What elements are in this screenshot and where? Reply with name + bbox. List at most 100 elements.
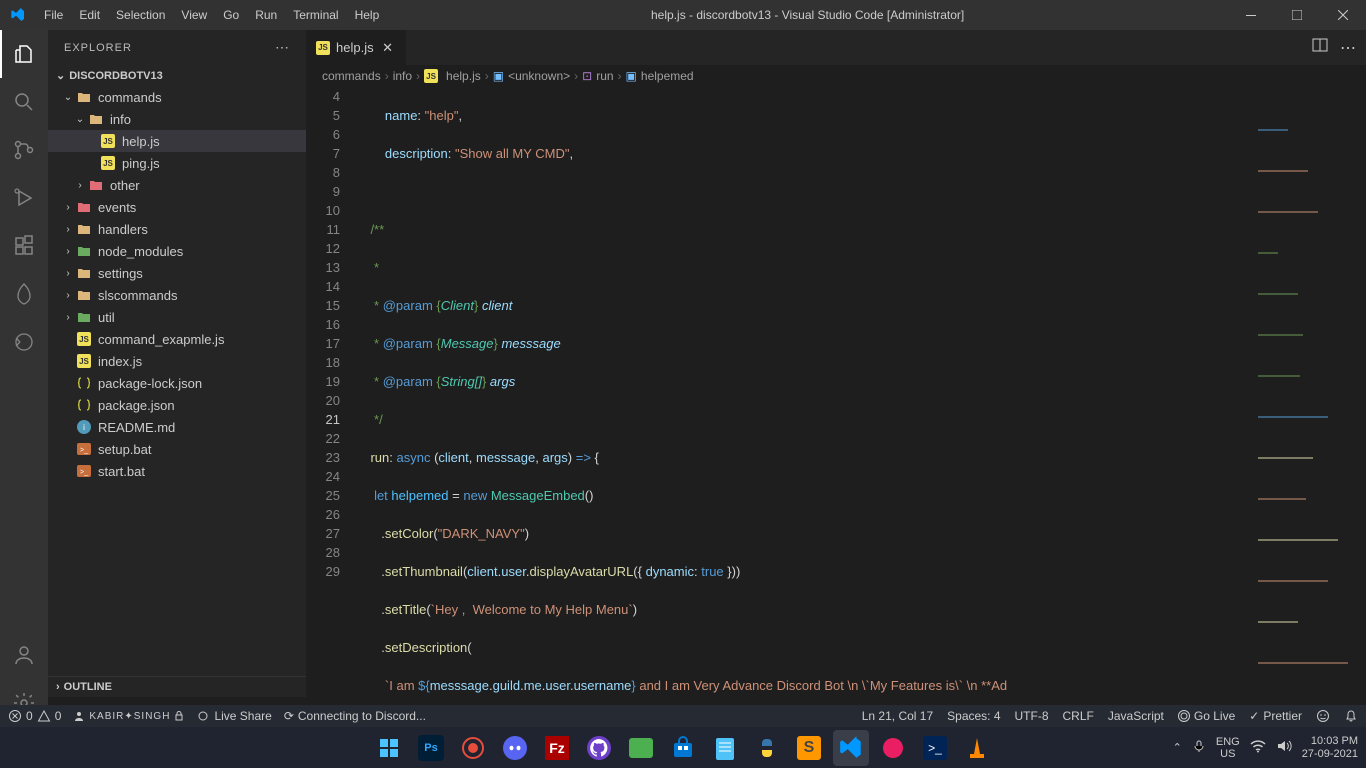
status-golive[interactable]: Go Live [1178, 709, 1235, 723]
activity-liveshare[interactable] [0, 318, 48, 366]
tb-clock[interactable]: 10:03 PM 27-09-2021 [1302, 735, 1358, 761]
close-button[interactable] [1320, 0, 1366, 30]
code-editor[interactable]: 4567891011121314151617181920212223242526… [306, 87, 1366, 697]
status-bell-icon[interactable] [1344, 709, 1358, 723]
tb-start-icon[interactable] [371, 730, 407, 766]
tb-notepad-icon[interactable] [707, 730, 743, 766]
status-discord[interactable]: ⟳ Connecting to Discord... [284, 709, 426, 723]
activity-extensions[interactable] [0, 222, 48, 270]
menu-edit[interactable]: Edit [71, 0, 108, 30]
breadcrumb-info[interactable]: info [393, 69, 412, 83]
activity-search[interactable] [0, 78, 48, 126]
tree-item-setup-bat[interactable]: >_setup.bat [48, 438, 306, 460]
maximize-button[interactable] [1274, 0, 1320, 30]
project-section[interactable]: ⌄ DISCORDBOTV13 [48, 65, 306, 86]
menu-terminal[interactable]: Terminal [285, 0, 346, 30]
tb-store-icon[interactable] [665, 730, 701, 766]
tree-item-ping-js[interactable]: JSping.js [48, 152, 306, 174]
status-liveshare[interactable]: Live Share [196, 709, 271, 723]
project-name: DISCORDBOTV13 [69, 70, 163, 82]
tree-item-util[interactable]: ›util [48, 306, 306, 328]
minimize-button[interactable] [1228, 0, 1274, 30]
tree-item-events[interactable]: ›events [48, 196, 306, 218]
tb-github-icon[interactable] [581, 730, 617, 766]
tb-python-icon[interactable] [749, 730, 785, 766]
tree-item-index-js[interactable]: JSindex.js [48, 350, 306, 372]
tree-item-info[interactable]: ⌄info [48, 108, 306, 130]
status-spaces[interactable]: Spaces: 4 [947, 709, 1000, 723]
tb-powershell-icon[interactable]: >_ [917, 730, 953, 766]
activity-debug[interactable] [0, 174, 48, 222]
tree-item-start-bat[interactable]: >_start.bat [48, 460, 306, 482]
status-cursor-position[interactable]: Ln 21, Col 17 [862, 709, 933, 723]
explorer-more-icon[interactable]: ⋯ [275, 39, 290, 56]
status-language[interactable]: JavaScript [1108, 709, 1164, 723]
outline-section[interactable]: › OUTLINE [48, 676, 306, 697]
tb-filezilla-icon[interactable]: Fz [539, 730, 575, 766]
tb-mic-icon[interactable] [1192, 739, 1206, 756]
tb-photoshop-icon[interactable]: Ps [413, 730, 449, 766]
tb-discord-icon[interactable] [497, 730, 533, 766]
tb-expand-icon[interactable]: ⌃ [1173, 741, 1182, 754]
tb-record-icon[interactable] [455, 730, 491, 766]
svg-text:>_: >_ [80, 469, 88, 476]
menu-view[interactable]: View [173, 0, 215, 30]
chevron-down-icon: ⌄ [56, 69, 65, 82]
menu-run[interactable]: Run [247, 0, 285, 30]
vscode-logo-icon [10, 7, 26, 23]
activity-bar [0, 30, 48, 727]
tree-item-commands[interactable]: ⌄commands [48, 86, 306, 108]
tree-item-settings[interactable]: ›settings [48, 262, 306, 284]
tree-item-other[interactable]: ›other [48, 174, 306, 196]
tree-item-package-json[interactable]: package.json [48, 394, 306, 416]
breadcrumb-run[interactable]: ⊡ run [582, 69, 613, 83]
explorer-sidebar: EXPLORER ⋯ ⌄ DISCORDBOTV13 ⌄commands⌄inf… [48, 30, 306, 697]
split-editor-icon[interactable] [1312, 37, 1328, 58]
tree-item-node_modules[interactable]: ›node_modules [48, 240, 306, 262]
tree-item-package-lock-json[interactable]: package-lock.json [48, 372, 306, 394]
menu-selection[interactable]: Selection [108, 0, 173, 30]
tb-sublime-icon[interactable]: S [791, 730, 827, 766]
tree-item-handlers[interactable]: ›handlers [48, 218, 306, 240]
tb-vlc-icon[interactable] [959, 730, 995, 766]
menu-help[interactable]: Help [347, 0, 388, 30]
activity-mongodb[interactable] [0, 270, 48, 318]
status-user[interactable]: KABIR✦SINGH [73, 710, 184, 722]
titlebar: File Edit Selection View Go Run Terminal… [0, 0, 1366, 30]
breadcrumb-file[interactable]: JShelp.js [424, 69, 481, 83]
more-actions-icon[interactable]: ⋯ [1340, 38, 1356, 58]
tb-app1-icon[interactable] [623, 730, 659, 766]
status-prettier[interactable]: ✓ Prettier [1249, 709, 1302, 723]
status-problems[interactable]: 0 0 [8, 709, 61, 723]
tb-app2-icon[interactable] [875, 730, 911, 766]
horizontal-scrollbar[interactable] [406, 687, 1366, 697]
activity-source-control[interactable] [0, 126, 48, 174]
tab-help-js[interactable]: JS help.js ✕ [306, 30, 407, 65]
tab-label: help.js [336, 40, 374, 55]
status-eol[interactable]: CRLF [1063, 709, 1094, 723]
menu-go[interactable]: Go [215, 0, 247, 30]
menu-file[interactable]: File [36, 0, 71, 30]
tb-vscode-icon[interactable] [833, 730, 869, 766]
status-feedback-icon[interactable] [1316, 709, 1330, 723]
tree-item-README-md[interactable]: iREADME.md [48, 416, 306, 438]
tb-volume-icon[interactable] [1276, 739, 1292, 756]
tree-item-slscommands[interactable]: ›slscommands [48, 284, 306, 306]
status-encoding[interactable]: UTF-8 [1015, 709, 1049, 723]
outline-label: OUTLINE [64, 681, 112, 693]
breadcrumb-unknown[interactable]: ▣ <unknown> [493, 69, 570, 83]
tb-wifi-icon[interactable] [1250, 739, 1266, 756]
breadcrumbs: commands › info › JShelp.js › ▣ <unknown… [306, 65, 1366, 87]
tab-close-icon[interactable]: ✕ [380, 40, 396, 56]
activity-account[interactable] [0, 631, 48, 679]
line-gutter: 4567891011121314151617181920212223242526… [306, 87, 356, 697]
breadcrumb-commands[interactable]: commands [322, 69, 381, 83]
windows-taskbar: Ps Fz S >_ ⌃ ENGUS 10:03 PM 27-09-2021 [0, 727, 1366, 768]
code-content[interactable]: name: "help", description: "Show all MY … [356, 87, 1366, 697]
js-file-icon: JS [316, 41, 330, 55]
tb-language[interactable]: ENGUS [1216, 736, 1240, 760]
breadcrumb-helpemed[interactable]: ▣ helpemed [626, 69, 694, 83]
tree-item-help-js[interactable]: JShelp.js [48, 130, 306, 152]
tree-item-command_exapmle-js[interactable]: JScommand_exapmle.js [48, 328, 306, 350]
activity-explorer[interactable] [0, 30, 48, 78]
